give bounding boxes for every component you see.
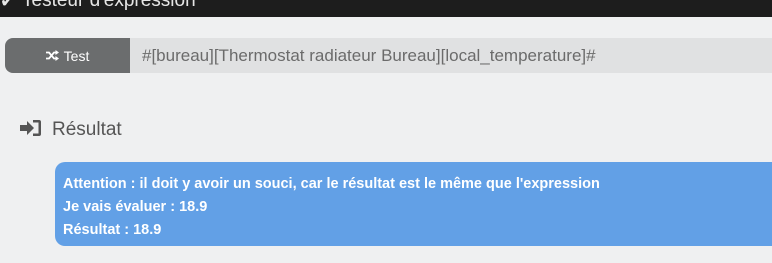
- modal-title: Testeur d'expression: [22, 0, 196, 11]
- result-line: Résultat : 18.9: [63, 219, 772, 242]
- test-button-label: Test: [63, 47, 90, 64]
- sign-in-icon: [20, 119, 42, 142]
- result-warning: Attention : il doit y avoir un souci, ca…: [63, 176, 600, 192]
- evaluate-value: 18.9: [179, 199, 208, 215]
- result-value: 18.9: [133, 222, 162, 238]
- result-heading: Résultat: [52, 119, 122, 140]
- check-icon: ✔: [0, 0, 16, 11]
- evaluate-line: Je vais évaluer : 18.9: [63, 196, 772, 219]
- expression-test-bar: Test: [5, 38, 772, 73]
- evaluate-label: Je vais évaluer :: [63, 199, 176, 215]
- test-button[interactable]: Test: [5, 38, 130, 73]
- result-label: Résultat :: [63, 222, 130, 238]
- modal-titlebar: ✔ Testeur d'expression: [0, 0, 772, 17]
- shuffle-icon: [45, 50, 59, 61]
- expression-input[interactable]: [130, 38, 772, 73]
- result-section-header: Résultat: [20, 118, 122, 142]
- result-alert: Attention : il doit y avoir un souci, ca…: [55, 162, 772, 246]
